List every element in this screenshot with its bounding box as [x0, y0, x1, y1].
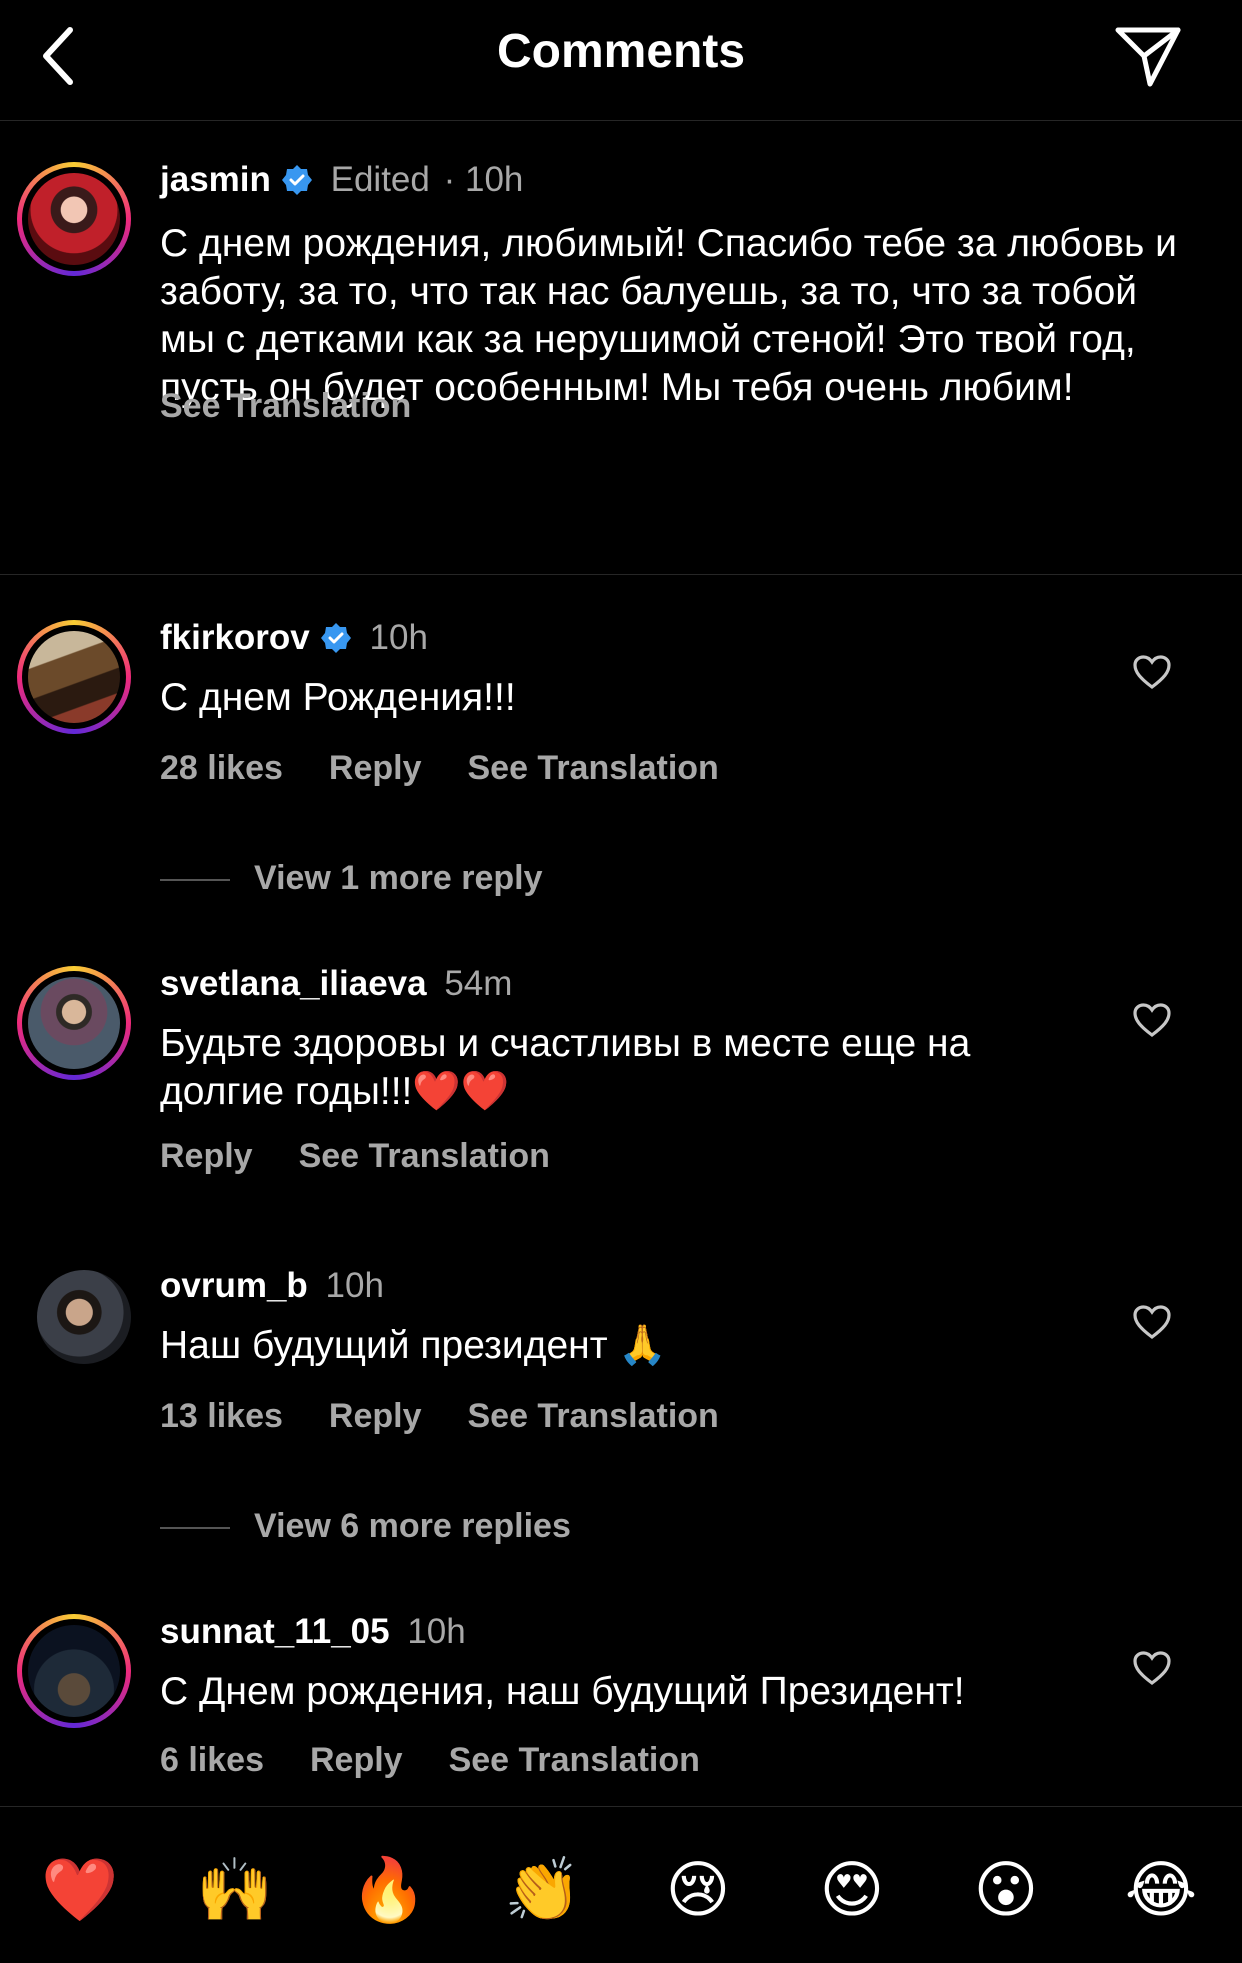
timestamp: 54m: [444, 964, 513, 1003]
comment-actions: 6 likes Reply See Translation: [160, 1738, 746, 1782]
see-translation-link[interactable]: See Translation: [160, 387, 411, 425]
username[interactable]: svetlana_iliaeva: [160, 964, 427, 1003]
comment-header: ovrum_b 10h: [160, 1264, 384, 1308]
comment-text: С днем Рождения!!!: [160, 676, 516, 719]
comment-header: sunnat_11_05 10h: [160, 1610, 466, 1654]
tears-of-joy-emoji-button[interactable]: 😂: [1121, 1851, 1201, 1931]
raising-hands-emoji-button[interactable]: 🙌: [195, 1851, 275, 1931]
caption-actions: See Translation: [160, 384, 457, 428]
timestamp: 10h: [325, 1266, 384, 1305]
comment-actions: 28 likes Reply See Translation: [160, 746, 765, 790]
edited-label: Edited: [330, 160, 430, 199]
comment-text: С Днем рождения, наш будущий Президент!: [160, 1670, 965, 1713]
see-translation-link[interactable]: See Translation: [449, 1741, 700, 1779]
username[interactable]: sunnat_11_05: [160, 1612, 390, 1651]
view-more-label[interactable]: View 1 more reply: [254, 859, 543, 897]
paper-plane-icon[interactable]: [1112, 22, 1184, 90]
heart-icon[interactable]: [1132, 654, 1172, 690]
divider-line: [160, 1527, 230, 1530]
heart-icon[interactable]: [1132, 1002, 1172, 1038]
likes-count[interactable]: 6 likes: [160, 1741, 264, 1779]
fire-emoji-button[interactable]: 🔥: [349, 1851, 429, 1931]
timestamp: 10h: [407, 1612, 466, 1651]
header: Comments: [0, 0, 1242, 121]
view-more-replies[interactable]: View 6 more replies: [160, 1504, 571, 1548]
view-more-replies[interactable]: View 1 more reply: [160, 856, 543, 900]
crying-face-emoji-button[interactable]: 😢: [658, 1851, 738, 1931]
avatar[interactable]: [37, 1270, 131, 1364]
reply-button[interactable]: Reply: [329, 749, 422, 787]
timestamp: 10h: [369, 618, 428, 657]
likes-count[interactable]: 28 likes: [160, 749, 283, 787]
reply-button[interactable]: Reply: [310, 1741, 403, 1779]
comment-header: jasmin Edited · 10h: [160, 158, 523, 202]
verified-badge-icon: [281, 165, 312, 195]
username[interactable]: jasmin: [160, 160, 271, 199]
avatar[interactable]: [17, 966, 131, 1080]
astonished-face-emoji-button[interactable]: 😮: [966, 1851, 1046, 1931]
username[interactable]: ovrum_b: [160, 1266, 308, 1305]
clapping-hands-emoji-button[interactable]: 👏: [503, 1851, 583, 1931]
view-more-label[interactable]: View 6 more replies: [254, 1507, 571, 1545]
comment-header: svetlana_iliaeva 54m: [160, 962, 512, 1006]
avatar[interactable]: [17, 162, 131, 276]
see-translation-link[interactable]: See Translation: [467, 1397, 718, 1435]
comment-actions: 13 likes Reply See Translation: [160, 1394, 765, 1438]
reply-button[interactable]: Reply: [329, 1397, 422, 1435]
username[interactable]: fkirkorov: [160, 618, 310, 657]
timestamp: · 10h: [443, 160, 524, 199]
heart-icon[interactable]: [1132, 1304, 1172, 1340]
see-translation-link[interactable]: See Translation: [467, 749, 718, 787]
heart-eyes-emoji-button[interactable]: 😍: [812, 1851, 892, 1931]
comment-header: fkirkorov 10h: [160, 616, 428, 660]
heart-icon[interactable]: [1132, 1650, 1172, 1686]
avatar[interactable]: [17, 620, 131, 734]
comment-text: Наш будущий президент 🙏: [160, 1324, 667, 1367]
emoji-reaction-bar: ❤️ 🙌 🔥 👏 😢 😍 😮 😂: [0, 1806, 1242, 1963]
comment-actions: Reply See Translation: [160, 1134, 596, 1178]
avatar[interactable]: [17, 1614, 131, 1728]
see-translation-link[interactable]: See Translation: [299, 1137, 550, 1175]
red-heart-emoji-button[interactable]: ❤️: [40, 1851, 120, 1931]
page-title: Comments: [496, 25, 746, 78]
verified-badge-icon: [320, 623, 351, 653]
comment-text: Будьте здоровы и счастливы в месте еще н…: [160, 1022, 971, 1113]
reply-button[interactable]: Reply: [160, 1137, 253, 1175]
post-caption: jasmin Edited · 10h С днем рождения, люб…: [0, 120, 1242, 575]
likes-count[interactable]: 13 likes: [160, 1397, 283, 1435]
divider-line: [160, 879, 230, 882]
